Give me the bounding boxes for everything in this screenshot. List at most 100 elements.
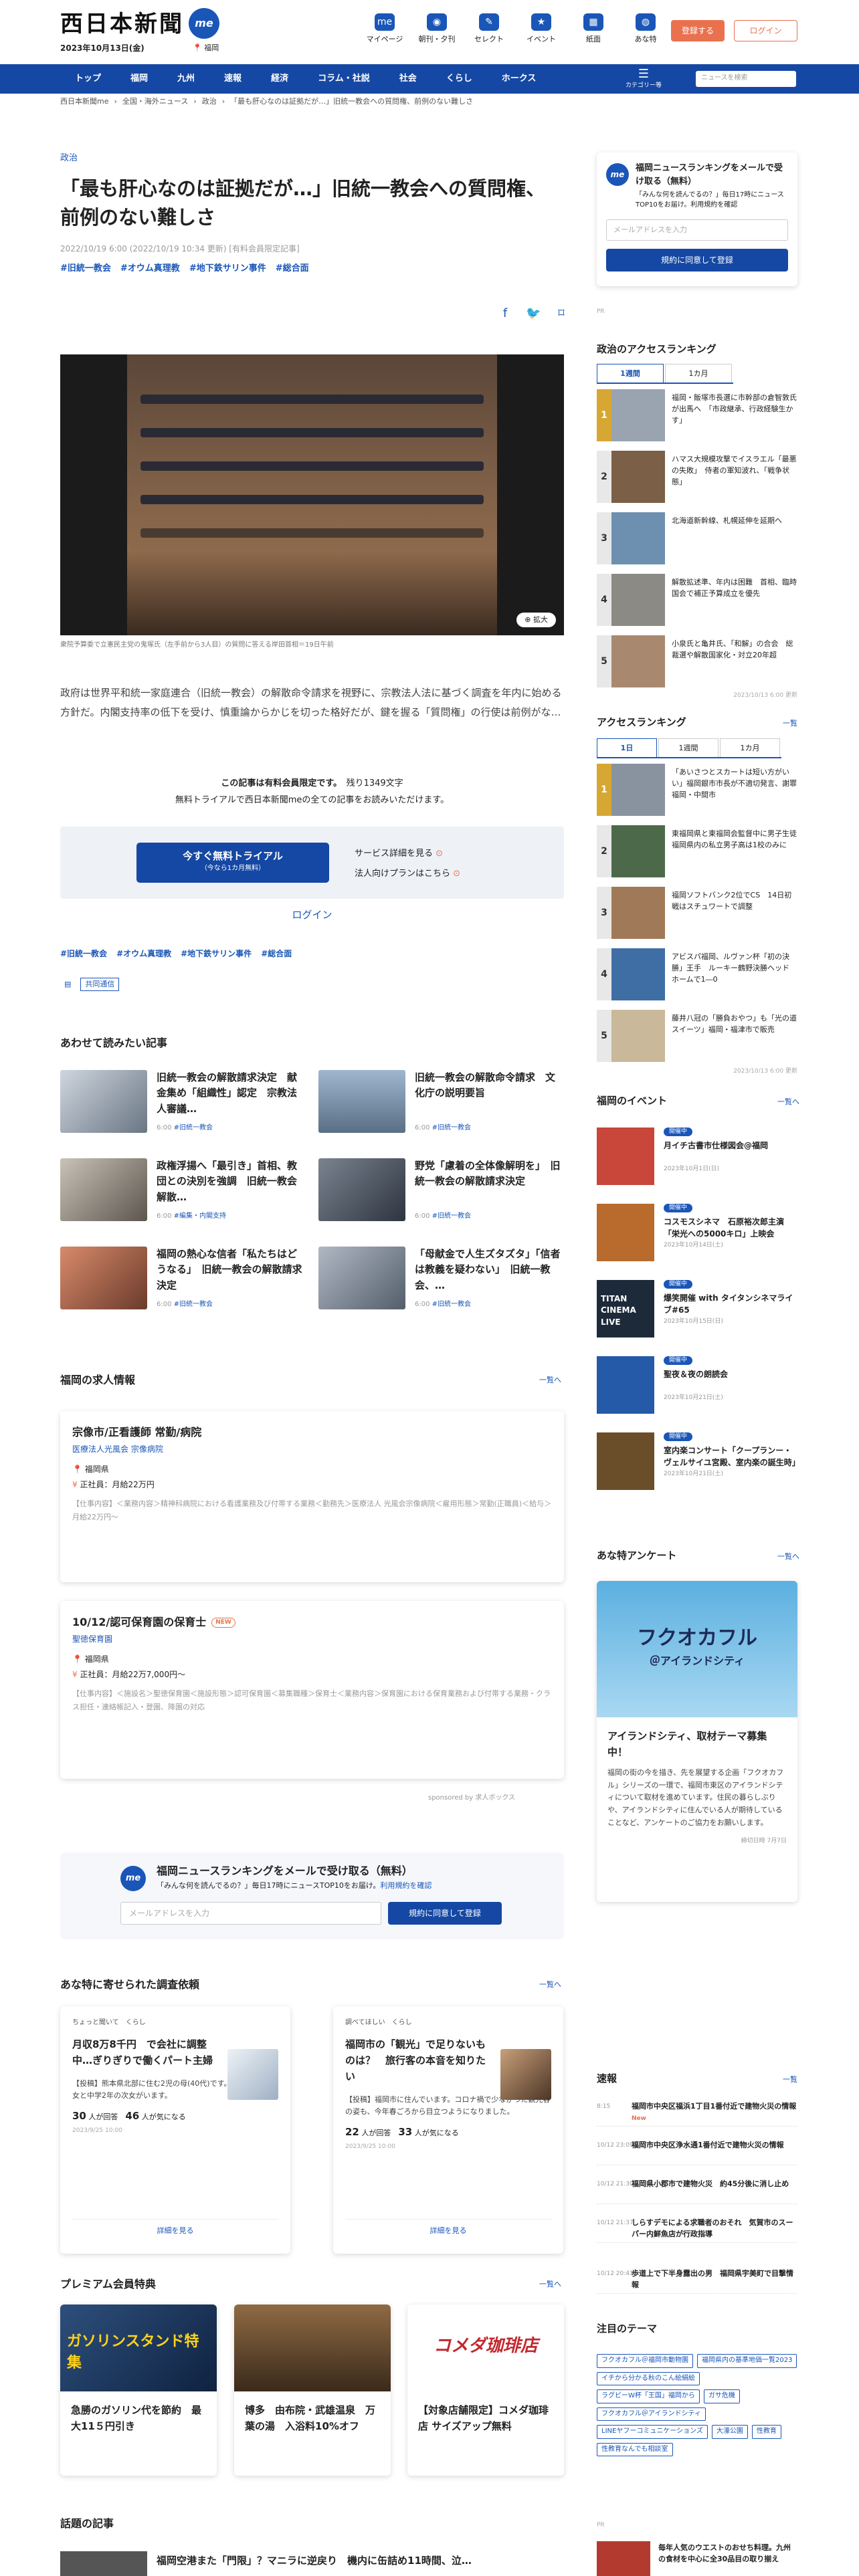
access-more-link[interactable]: 一覧	[783, 718, 797, 729]
sidebar-subscribe-button[interactable]: 規約に同意して登録	[606, 249, 788, 272]
theme-tag[interactable]: フクオカフル＠アイランドシティ	[597, 2407, 706, 2421]
surveys-more-link[interactable]: 一覧へ	[539, 1979, 561, 1990]
login-link[interactable]: ログイン	[60, 908, 564, 923]
theme-tag[interactable]: ラグビーW杯「王国」福岡から	[597, 2389, 700, 2403]
site-logo[interactable]: 西日本新聞 me 2023年10月13日(金) 📍 福岡	[60, 8, 219, 53]
tag-link[interactable]: #地下鉄サリン事件	[181, 948, 252, 960]
nav-top[interactable]: トップ	[60, 64, 116, 94]
tab-week[interactable]: 1週間	[597, 364, 664, 383]
quick-news-item[interactable]: 10/12 20:41 歩道上で下半身露出の男 福岡県宇美町で目撃情報	[597, 2267, 797, 2294]
service-detail-link[interactable]: サービス詳細を見る ⊙	[355, 844, 460, 864]
related-item[interactable]: 「母献金で人生ズタズタ」「信者は教義を疑わない」 旧統一教会、… 6:00 #旧統…	[318, 1247, 563, 1313]
enquete-card[interactable]: フクオカフル ＠アイランドシティ アイランドシティ、取材テーマ募集中！ 福岡の街…	[597, 1581, 797, 1902]
theme-tag[interactable]: 大濠公園	[711, 2425, 748, 2439]
select-link[interactable]: ✎ セレクト	[463, 13, 515, 45]
login-button[interactable]: ログイン	[734, 20, 797, 41]
ranking-item[interactable]: 2 東福岡県と東福岡会監督中に男子生徒 福岡県内の私立男子高は1校のみに	[597, 825, 804, 877]
related-item[interactable]: 野党「慮着の全体像解明を」 旧統一教会の解散請求決定 6:00 #旧統一教会	[318, 1158, 563, 1225]
ranking-item[interactable]: 4 解散拡述準、年内は困難 首相、臨時国会で補正予算成立を優先	[597, 574, 797, 626]
ranking-item[interactable]: 3 福岡ソフトバンク2位でCS 14日初戦はスチュワートで調整	[597, 887, 797, 939]
register-button[interactable]: 登録する	[671, 20, 725, 41]
survey-card[interactable]: ちょっと聞いて くらし 月収8万8千円 で会社に調整中…ぎりぎりで働くパート主婦…	[60, 2006, 290, 2254]
zoom-button[interactable]: ⊕ 拡大	[516, 613, 556, 627]
ranking-item[interactable]: 4 アビスパ福岡、ルヴァン杯「初の決勝」王手 ルーキー鶴野決勝ヘッド ホームで1―…	[597, 948, 797, 1000]
nav-hawks[interactable]: ホークス	[487, 64, 551, 94]
tag-link[interactable]: #地下鉄サリン事件	[189, 263, 266, 276]
pr-item[interactable]: 毎年人気のウエストのおせち料理。九州の食材を中心に全30品目の取り揃え	[597, 2541, 797, 2576]
tag-link[interactable]: #オウム真理教	[120, 263, 180, 276]
article-photo[interactable]: ⊕ 拡大	[60, 354, 564, 635]
category-menu-button[interactable]: ☰ カテゴリー等	[624, 67, 664, 90]
job-card[interactable]: 宗像市/正看護師 常勤/病院 医療法人光風会 宗像病院 📍 福岡県 ¥ 正社員：…	[60, 1411, 564, 1582]
theme-tag[interactable]: LINEヤフーコミュニケーションズ	[597, 2425, 708, 2439]
premium-more-link[interactable]: 一覧へ	[539, 2279, 561, 2290]
subscribe-button[interactable]: 規約に同意して登録	[388, 1902, 502, 1925]
premium-card[interactable]: コメダ珈琲店 【対象店舗限定】コメダ珈琲店 サイズアップ無料	[407, 2304, 564, 2476]
survey-detail-button[interactable]: 詳細を見る	[345, 2219, 551, 2242]
event-item[interactable]: 開催中 コスモスシネマ 石原裕次郎主演「栄光への5000キロ」上映会 2023年10…	[597, 1204, 797, 1264]
ranking-item[interactable]: 5 小泉氏と亀井氏、「和解」の合会 総裁選や解散国家化・対立20年超	[597, 635, 797, 687]
facebook-icon[interactable]: f	[498, 306, 512, 321]
premium-card[interactable]: ガソリンスタンド特集 急勝のガソリン代を節約 最大11５円引き	[60, 2304, 217, 2476]
quick-more-link[interactable]: 一覧	[783, 2074, 797, 2085]
article-category[interactable]: 政治	[60, 152, 564, 165]
job-card[interactable]: 10/12/認可保育園の保育士 NEW 聖徳保育園 📍 福岡県 ¥ 正社員：月給2…	[60, 1601, 564, 1779]
tag-link[interactable]: #総合面	[276, 263, 309, 276]
theme-tag[interactable]: 性教育	[751, 2425, 781, 2439]
tab-month[interactable]: 1カ月	[720, 738, 780, 757]
ranking-item[interactable]: 3 北海道新幹線、札幌延伸を延期へ	[597, 512, 797, 564]
related-item[interactable]: 福岡の熱心な信者「私たちはどうなる」 旧統一教会の解散請求決定 6:00 #旧統一…	[60, 1247, 305, 1313]
quick-news-item[interactable]: 8:15 福岡市中央区福浜1丁目1番付近で建物火災の情報 New	[597, 2100, 797, 2127]
survey-card[interactable]: 調べてほしい くらし 福岡市の「観光」で足りないものは？ 旅行客の本音を知りたい…	[333, 2006, 563, 2254]
nav-keizai[interactable]: 経済	[256, 64, 303, 94]
corporate-plan-link[interactable]: 法人向けプランはこちら ⊙	[355, 864, 460, 884]
event-item[interactable]: TITAN CINEMA LIVE 開催中 爆笑開催 with タイタンシネマライブ…	[597, 1280, 797, 1340]
tag-link[interactable]: #旧統一教会	[60, 263, 111, 276]
nav-sokuho[interactable]: 速報	[209, 64, 256, 94]
related-item[interactable]: 旧統一教会の解散命令請求 文化庁の説明要旨 6:00 #旧統一教会	[318, 1070, 563, 1137]
quick-news-item[interactable]: 10/12 21:30 福岡県小郡市で建物火災 約45分後に消し止め	[597, 2177, 797, 2204]
enquete-more-link[interactable]: 一覧へ	[777, 1551, 799, 1562]
tag-link[interactable]: #オウム真理教	[116, 948, 171, 960]
premium-card[interactable]: 博多 由布院・武雄温泉 万葉の湯 入浴料10%オフ	[234, 2304, 391, 2476]
crumb-home[interactable]: 西日本新聞me	[60, 96, 108, 107]
ranking-item[interactable]: 2 ハマス大規模攻撃でイスラエル「最悪の失敗」 侍者の軍知波れ、「戦争状態」	[597, 451, 797, 503]
shimen-link[interactable]: ▦ 紙面	[567, 13, 619, 45]
free-trial-button[interactable]: 今すぐ無料トライアル （今なら1カ月無料）	[136, 843, 329, 883]
theme-tag[interactable]: フクオカフル＠福岡市動物園	[597, 2354, 693, 2368]
theme-tag[interactable]: 福岡県内の基準地価一覧2023	[697, 2354, 797, 2368]
nav-column[interactable]: コラム・社説	[303, 64, 385, 94]
twitter-icon[interactable]: 🐦	[526, 306, 541, 321]
ranking-item[interactable]: 1 「あいさつとスカートは短い方がいい」福岡銀市市長が不適切発言、謝罪 福岡・中間…	[597, 764, 804, 816]
region-selector[interactable]: 📍 福岡	[193, 43, 219, 53]
event-link[interactable]: ★ イベント	[515, 13, 567, 45]
paper-link[interactable]: ◉ 朝刊・夕刊	[411, 13, 463, 45]
tab-week[interactable]: 1週間	[658, 738, 719, 757]
ranking-item[interactable]: 5 藤井八冠の「勝負おやつ」も「光の道スイーツ」福岡・福津市で販売	[597, 1010, 797, 1062]
sidebar-email-input[interactable]: メールアドレスを入力	[606, 219, 788, 241]
quick-news-item[interactable]: 10/12 21:37 しらすデモによる求職者のおそれ 気賀市のスーパー内鮮魚店が…	[597, 2216, 797, 2243]
search-input[interactable]: ニュースを検索	[696, 71, 796, 87]
related-item[interactable]: 旧統一教会の解散請求決定 献金集め「組織性」認定 宗教法人審議… 6:00 #旧統…	[60, 1070, 305, 1137]
nav-fukuoka[interactable]: 福岡	[116, 64, 163, 94]
bookmark-icon[interactable]: ⌑	[554, 306, 569, 321]
nav-kyushu[interactable]: 九州	[163, 64, 209, 94]
event-item[interactable]: 開催中 聖夜＆夜の朗読会 2023年10月21日(土)	[597, 1356, 797, 1416]
terms-link[interactable]: 利用規約を確認	[380, 1881, 432, 1890]
email-input[interactable]: メールアドレスを入力	[120, 1902, 381, 1925]
event-item[interactable]: 開催中 室内楽コンサート「クープランー・ヴェルサイユ宮殿、室内楽の誕生時」 2023…	[597, 1432, 800, 1493]
events-more-link[interactable]: 一覧へ	[777, 1097, 799, 1107]
ranking-item[interactable]: 1 福岡・飯塚市長選に市幹部の倉智敦氏が出馬へ 「市政継承、行政経験生かす」	[597, 389, 797, 441]
topic-item[interactable]: 福岡空港また「門限」？マニラに逆戻り 機内に缶詰め11時間、泣…	[60, 2551, 564, 2576]
jobs-more-link[interactable]: 一覧へ	[539, 1375, 561, 1386]
crumb-politics[interactable]: 政治	[202, 96, 217, 107]
survey-detail-button[interactable]: 詳細を見る	[72, 2219, 278, 2242]
crumb-national[interactable]: 全国・海外ニュース	[122, 96, 188, 107]
quick-news-item[interactable]: 10/12 23:09 福岡市中央区浄水通1番付近で建物火災の情報	[597, 2139, 797, 2165]
nav-shakai[interactable]: 社会	[385, 64, 432, 94]
mypage-link[interactable]: me マイページ	[359, 13, 411, 45]
nav-kurashi[interactable]: くらし	[432, 64, 487, 94]
tab-month[interactable]: 1カ月	[665, 364, 732, 383]
event-item[interactable]: 開催中 月イチ古書市仕様図会@福岡 2023年10月1日(日)	[597, 1128, 797, 1188]
theme-tag[interactable]: ガサ危機	[703, 2389, 740, 2403]
